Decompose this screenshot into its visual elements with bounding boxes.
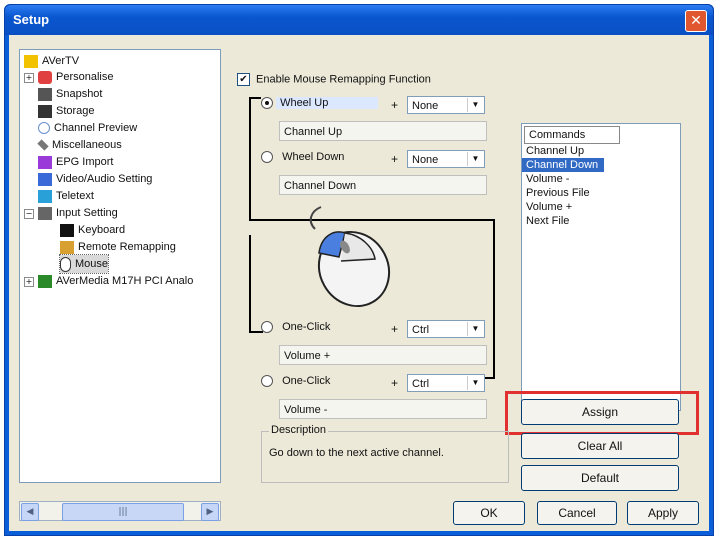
- check-icon[interactable]: ✔: [237, 73, 250, 86]
- description-text: Go down to the next active channel.: [269, 447, 444, 459]
- one-click-2-radio[interactable]: One-Click: [261, 375, 330, 388]
- command-item-selected[interactable]: Channel Down: [522, 158, 604, 172]
- plus-sign: +: [391, 322, 399, 336]
- enable-mouse-remapping[interactable]: ✔ Enable Mouse Remapping Function: [237, 73, 431, 86]
- remote-icon: [60, 240, 74, 254]
- connector-line: [249, 235, 251, 333]
- tree-item-keyboard[interactable]: Keyboard: [60, 221, 125, 239]
- tree-item-miscellaneous[interactable]: Miscellaneous: [37, 136, 122, 154]
- apply-button[interactable]: Apply: [627, 501, 699, 525]
- keyboard-icon: [60, 223, 74, 237]
- tree-item-avermedia-device[interactable]: AVerMedia M17H PCI Analo: [38, 272, 193, 290]
- chevron-down-icon[interactable]: ▼: [467, 98, 483, 112]
- plus-sign: +: [391, 152, 399, 166]
- wheel-up-command-field: Channel Up: [279, 121, 487, 141]
- command-item[interactable]: Volume +: [522, 200, 680, 214]
- tree-item-snapshot[interactable]: Snapshot: [38, 85, 102, 103]
- one-click-1-radio[interactable]: One-Click: [261, 321, 330, 334]
- wheel-down-command-field: Channel Down: [279, 175, 487, 195]
- scroll-thumb[interactable]: |||: [62, 503, 184, 521]
- commands-list[interactable]: Commands Channel Up Channel Down Volume …: [521, 123, 681, 411]
- teletext-icon: [38, 189, 52, 203]
- mouse-illustration-icon: [309, 206, 391, 308]
- radio-icon[interactable]: [261, 321, 273, 334]
- highlight-box: [505, 391, 699, 435]
- tools-icon: [38, 172, 52, 186]
- wheel-down-radio[interactable]: Wheel Down: [261, 151, 344, 164]
- connector-line: [493, 219, 495, 379]
- chevron-down-icon[interactable]: ▼: [467, 376, 483, 390]
- command-item[interactable]: Channel Up: [522, 144, 680, 158]
- tree-item-teletext[interactable]: Teletext: [38, 187, 94, 205]
- cancel-button[interactable]: Cancel: [537, 501, 617, 525]
- wheel-up-modifier-select[interactable]: None ▼: [407, 96, 485, 114]
- plus-sign: +: [391, 376, 399, 390]
- connector-line: [249, 97, 251, 221]
- close-icon: ✕: [690, 13, 702, 29]
- close-button[interactable]: ✕: [685, 10, 707, 32]
- device-icon: [38, 274, 52, 288]
- settings-tree[interactable]: AVerTV + Personalise Snapshot Storage Ch…: [19, 49, 221, 483]
- dialog-client: AVerTV + Personalise Snapshot Storage Ch…: [9, 35, 709, 531]
- preview-icon: [38, 122, 50, 135]
- commands-header[interactable]: Commands: [524, 126, 620, 144]
- scroll-left-icon[interactable]: ◀: [21, 503, 39, 521]
- chevron-down-icon[interactable]: ▼: [467, 152, 483, 166]
- setup-window: Setup ✕ AVerTV + Personalise Snapshot St…: [4, 4, 714, 536]
- radio-icon[interactable]: [261, 375, 273, 388]
- avertv-icon: [24, 54, 38, 68]
- tree-item-input-setting[interactable]: Input Setting: [38, 204, 118, 222]
- one-click-1-modifier-select[interactable]: Ctrl ▼: [407, 320, 485, 338]
- personalise-icon: [38, 70, 52, 84]
- wrench-icon: [37, 139, 49, 151]
- tree-item-storage[interactable]: Storage: [38, 102, 95, 120]
- command-item[interactable]: Next File: [522, 214, 680, 228]
- scroll-right-icon[interactable]: ▶: [201, 503, 219, 521]
- title-bar[interactable]: Setup ✕: [5, 5, 713, 35]
- connector-line: [249, 97, 261, 99]
- one-click-2-modifier-select[interactable]: Ctrl ▼: [407, 374, 485, 392]
- collapse-input-setting-icon[interactable]: −: [24, 209, 34, 219]
- radio-icon[interactable]: [261, 151, 273, 164]
- input-icon: [38, 206, 52, 220]
- chevron-down-icon[interactable]: ▼: [467, 322, 483, 336]
- camera-icon: [38, 87, 52, 101]
- wheel-down-modifier-select[interactable]: None ▼: [407, 150, 485, 168]
- tree-horizontal-scrollbar[interactable]: ◀ ||| ▶: [19, 501, 221, 521]
- tree-item-personalise[interactable]: Personalise: [38, 68, 113, 86]
- tree-item-remote-remapping[interactable]: Remote Remapping: [60, 238, 176, 256]
- command-item[interactable]: Volume -: [522, 172, 680, 186]
- tree-item-video-audio-setting[interactable]: Video/Audio Setting: [38, 170, 152, 188]
- one-click-2-command-field: Volume -: [279, 399, 487, 419]
- plus-sign: +: [391, 98, 399, 112]
- tree-item-channel-preview[interactable]: Channel Preview: [38, 119, 137, 137]
- storage-icon: [38, 104, 52, 118]
- command-item[interactable]: Previous File: [522, 186, 680, 200]
- wheel-up-radio[interactable]: Wheel Up: [261, 97, 379, 110]
- expand-personalise-icon[interactable]: +: [24, 73, 34, 83]
- description-label: Description: [269, 424, 329, 436]
- radio-selected-icon[interactable]: [261, 97, 273, 110]
- tree-item-mouse[interactable]: Mouse: [58, 254, 110, 274]
- default-button[interactable]: Default: [521, 465, 679, 491]
- epg-icon: [38, 155, 52, 169]
- mouse-icon: [60, 256, 71, 272]
- window-title: Setup: [13, 12, 50, 27]
- ok-button[interactable]: OK: [453, 501, 525, 525]
- tree-item-epg-import[interactable]: EPG Import: [38, 153, 113, 171]
- one-click-1-command-field: Volume +: [279, 345, 487, 365]
- expand-avermedia-icon[interactable]: +: [24, 277, 34, 287]
- clear-all-button[interactable]: Clear All: [521, 433, 679, 459]
